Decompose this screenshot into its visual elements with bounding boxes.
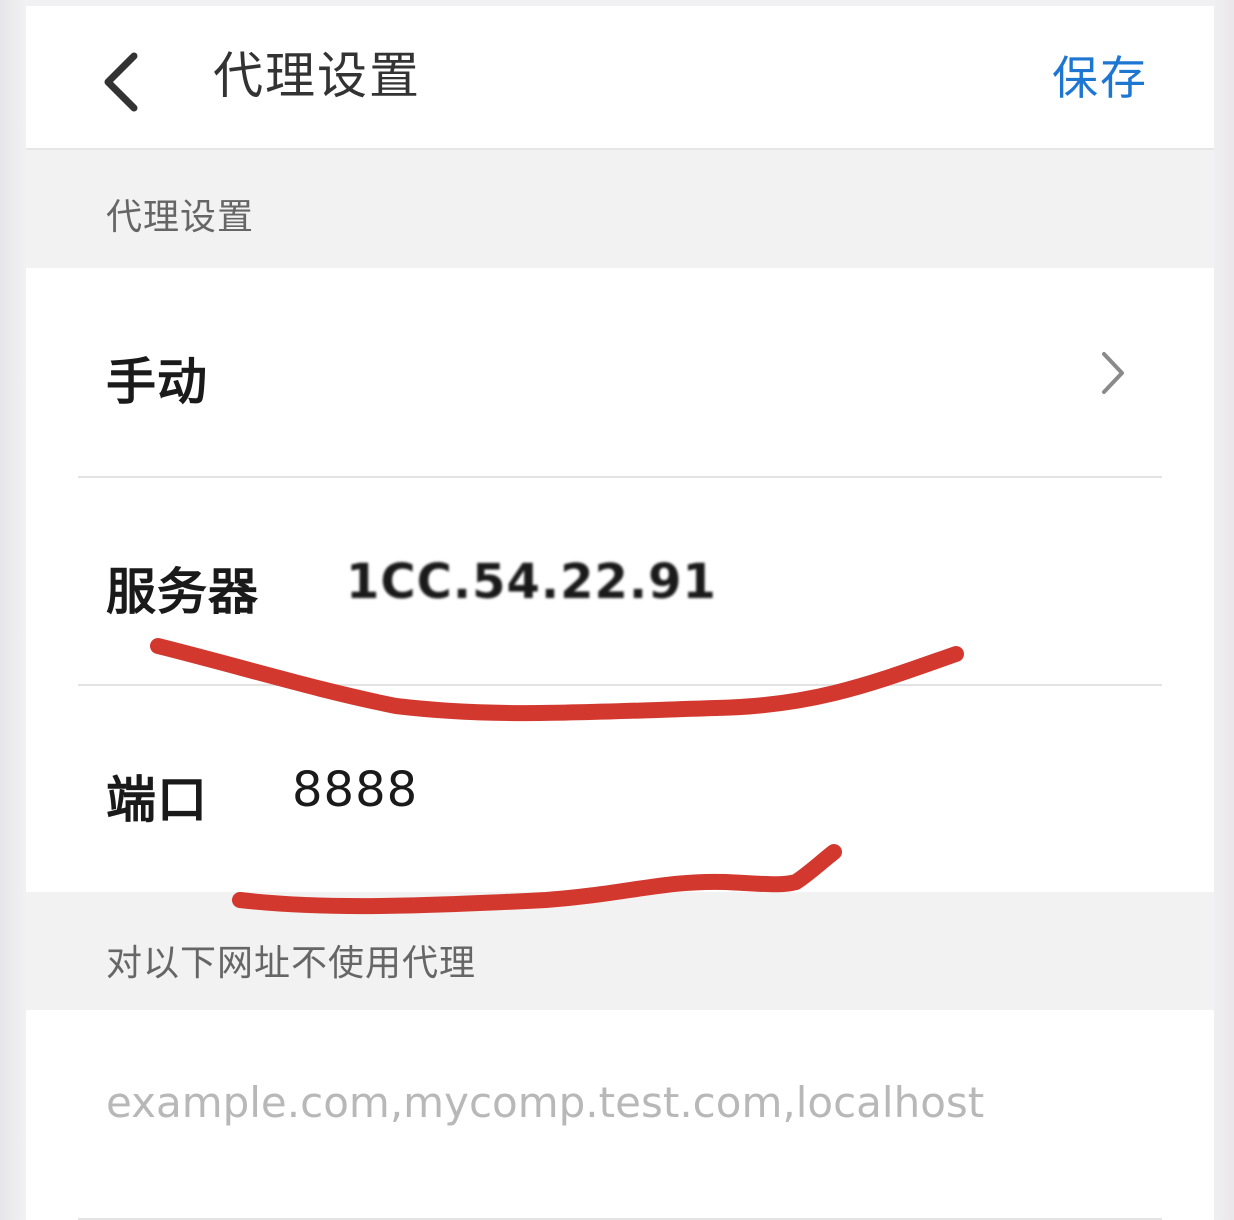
port-label: 端口 <box>106 771 208 829</box>
section-header-bypass: 对以下网址不使用代理 <box>26 892 1214 1010</box>
save-button[interactable]: 保存 <box>1052 46 1148 110</box>
chevron-right-icon <box>1102 352 1124 394</box>
page-title: 代理设置 <box>213 47 421 105</box>
proxy-mode-row[interactable]: 手动 <box>26 268 1214 476</box>
section-title: 对以下网址不使用代理 <box>106 943 477 984</box>
bypass-block <box>26 1010 1214 1220</box>
top-app-bar: 代理设置 保存 <box>26 6 1214 150</box>
server-label: 服务器 <box>106 563 259 621</box>
section-header-proxy: 代理设置 <box>26 150 1214 268</box>
server-row[interactable]: 服务器 1CC.54.22.91 <box>26 478 1214 684</box>
chevron-left-icon <box>104 52 138 112</box>
proxy-mode-value: 手动 <box>106 353 208 411</box>
port-value[interactable]: 8888 <box>292 762 418 818</box>
back-button[interactable] <box>96 42 156 122</box>
bypass-input[interactable] <box>106 1078 1146 1127</box>
proxy-fields-block: 手动 服务器 1CC.54.22.91 端口 8888 <box>26 268 1214 892</box>
server-value[interactable]: 1CC.54.22.91 <box>346 554 717 610</box>
proxy-settings-screen: 代理设置 保存 代理设置 手动 服务器 1CC.54.22.91 端口 8888… <box>26 6 1214 1220</box>
section-title: 代理设置 <box>106 197 255 238</box>
port-row[interactable]: 端口 8888 <box>26 686 1214 892</box>
